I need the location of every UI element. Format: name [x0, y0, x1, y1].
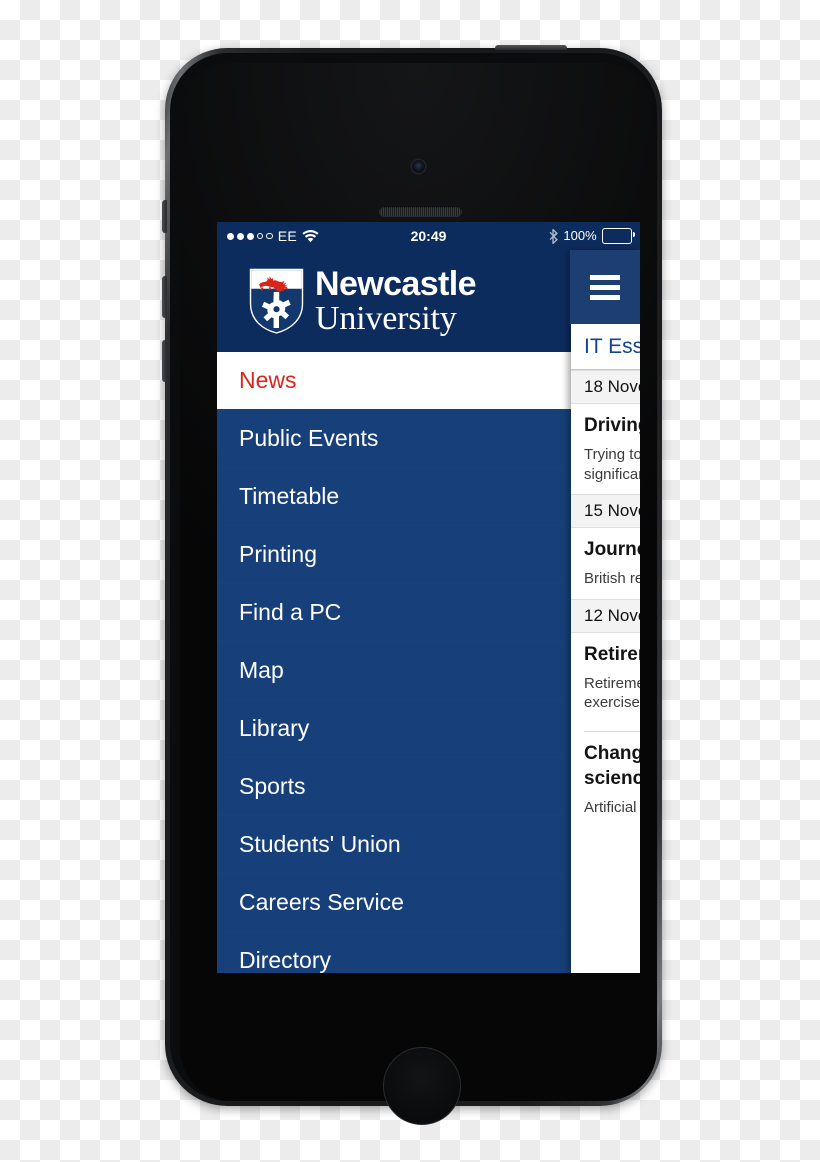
sidebar-item-public-events[interactable]: Public Events — [217, 410, 571, 468]
sidebar-item-find-a-pc[interactable]: Find a PC — [217, 584, 571, 642]
news-body: Changing the face of polymer science in … — [571, 732, 640, 828]
news-date: 15 November 2015 — [571, 494, 640, 529]
news-headline[interactable]: Journey into sleep deprivation — [584, 537, 640, 562]
news-summary: Trying to stay awake while driving can h… — [584, 446, 640, 483]
sidebar-item-printing[interactable]: Printing — [217, 526, 571, 584]
news-summary: Artificial materials — [584, 798, 640, 816]
status-bar: EE 20:49 100% — [217, 222, 640, 250]
brand-wordmark: Newcastle University — [315, 264, 477, 337]
brand-line-newcastle: Newcastle — [315, 264, 477, 303]
sidebar-item-label: Careers Service — [239, 889, 404, 915]
news-body: Journey into sleep deprivation British r… — [571, 528, 640, 599]
volume-down-button[interactable] — [162, 340, 167, 382]
sidebar-item-students-union[interactable]: Students' Union — [217, 816, 571, 874]
front-camera-icon — [412, 160, 425, 173]
news-body: Driving while tired Trying to stay awake… — [571, 404, 640, 494]
news-summary: British researchers have unique insight — [584, 570, 640, 588]
news-list: 18 November 2015 Driving while tired Try… — [571, 370, 640, 828]
hamburger-menu-icon[interactable] — [570, 250, 640, 324]
battery-percent-label: 100% — [563, 228, 597, 243]
brand-line-university: University — [315, 299, 457, 337]
sidebar-item-label: Sports — [239, 773, 306, 799]
news-summary: Retirement should involve at least some … — [584, 674, 640, 712]
sidebar-item-label: Students' Union — [239, 831, 401, 857]
panel-tab-bar[interactable]: IT Essentials — [571, 324, 640, 370]
sidebar-item-sports[interactable]: Sports — [217, 758, 571, 816]
sidebar-item-label: Timetable — [239, 483, 340, 509]
news-headline[interactable]: Retirement and staying active — [584, 642, 640, 667]
volume-up-button[interactable] — [162, 276, 167, 318]
news-list-item[interactable]: 12 November 2015 Retirement and staying … — [571, 598, 640, 723]
sidebar-item-careers-service[interactable]: Careers Service — [217, 874, 571, 932]
news-date: 12 November 2015 — [571, 598, 640, 633]
phone-screen: EE 20:49 100% Newcastle University News … — [217, 222, 640, 973]
screenshot-canvas: EE 20:49 100% Newcastle University News … — [0, 0, 820, 1162]
earpiece-speaker-icon — [379, 206, 462, 216]
sidebar-nav-list: News Public Events Timetable Printing Fi — [217, 352, 571, 973]
sidebar-item-map[interactable]: Map — [217, 642, 571, 700]
news-list-item[interactable]: Changing the face of polymer science in … — [571, 732, 640, 828]
battery-icon — [601, 227, 635, 245]
sidebar-item-label: Directory — [239, 947, 332, 973]
news-body: Retirement and staying active Retirement… — [571, 633, 640, 723]
news-list-item[interactable]: 18 November 2015 Driving while tired Try… — [571, 370, 640, 494]
content-slide-over-panel[interactable]: IT Essentials 18 November 2015 Driving w… — [571, 250, 640, 973]
bluetooth-icon — [549, 228, 559, 244]
sidebar-item-directory[interactable]: Directory — [217, 932, 571, 973]
news-list-item[interactable]: 15 November 2015 Journey into sleep depr… — [571, 494, 640, 599]
news-headline[interactable]: Driving while tired — [584, 413, 640, 438]
mute-switch-button[interactable] — [162, 200, 167, 233]
sidebar-item-label: Printing — [239, 541, 317, 567]
sidebar-item-label: Library — [239, 715, 310, 741]
newcastle-university-shield-logo-icon — [249, 268, 304, 334]
device-bezel: EE 20:49 100% Newcastle University News … — [170, 53, 657, 1125]
sidebar-item-label: Find a PC — [239, 599, 342, 625]
sidebar-item-news[interactable]: News — [217, 352, 571, 410]
content-panel-inner: IT Essentials 18 November 2015 Driving w… — [571, 250, 640, 828]
news-headline[interactable]: Changing the face of polymer science in … — [584, 741, 640, 791]
sidebar-item-label: Public Events — [239, 425, 379, 451]
sidebar-item-library[interactable]: Library — [217, 700, 571, 758]
sidebar-item-label: News — [239, 367, 297, 393]
device-face: EE 20:49 100% Newcastle University News … — [180, 63, 657, 1125]
news-date: 18 November 2015 — [571, 370, 640, 404]
power-button[interactable] — [495, 45, 567, 50]
tab-it-essentials[interactable]: IT Essentials — [584, 335, 640, 359]
home-button[interactable] — [383, 1047, 461, 1125]
status-bar-right: 100% — [549, 222, 635, 250]
sidebar-item-timetable[interactable]: Timetable — [217, 468, 571, 526]
iphone-device: EE 20:49 100% Newcastle University News … — [162, 45, 662, 1125]
sidebar-item-label: Map — [239, 657, 284, 683]
